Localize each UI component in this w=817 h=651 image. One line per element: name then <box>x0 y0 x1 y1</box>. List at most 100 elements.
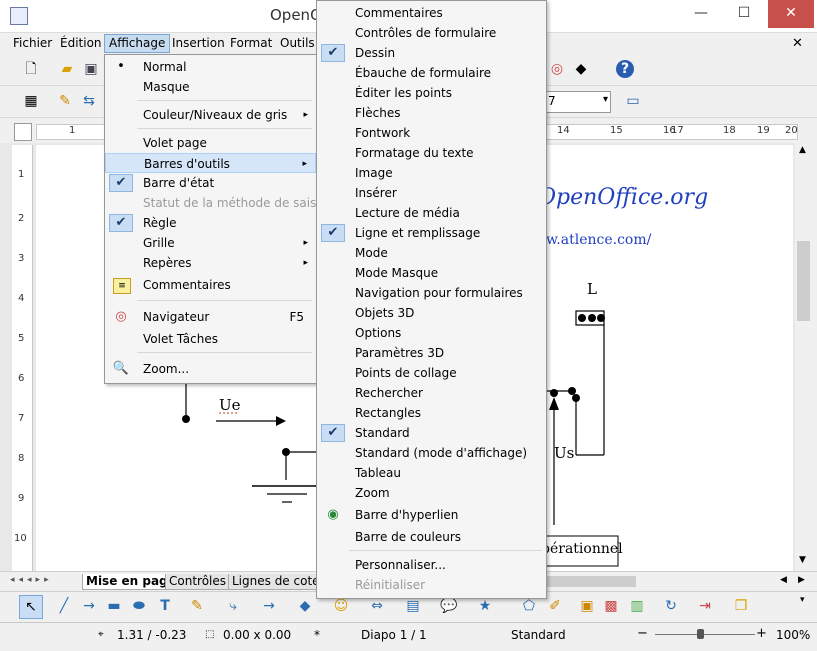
stars-icon[interactable]: ★ <box>476 597 494 615</box>
submenu-item-standard[interactable]: ✔ Standard <box>317 423 546 443</box>
menu-item-reperes[interactable]: Repères ▸ <box>105 253 316 273</box>
alignment-icon[interactable]: ⇥ <box>696 597 714 615</box>
scroll-left-icon[interactable]: ◀ <box>780 575 787 585</box>
submenu-item-tableau[interactable]: Tableau <box>317 463 546 483</box>
scrollbar-thumb[interactable] <box>797 241 810 321</box>
scroll-down-icon[interactable]: ▼ <box>799 555 806 565</box>
gallery-insert-icon[interactable]: ▩ <box>602 597 620 615</box>
menu-edition[interactable]: Édition <box>56 35 106 52</box>
menu-item-zoom[interactable]: 🔍 Zoom... <box>105 359 316 379</box>
rotate-icon[interactable]: ↻ <box>662 597 680 615</box>
submenu-item-fontwork[interactable]: Fontwork <box>317 123 546 143</box>
submenu-item-objets-3d[interactable]: Objets 3D <box>317 303 546 323</box>
menu-item-commentaires[interactable]: ≡ Commentaires <box>105 275 316 295</box>
submenu-item-mode[interactable]: Mode <box>317 243 546 263</box>
menu-item-barres-outils[interactable]: Barres d'outils ▸ <box>105 153 316 173</box>
curve-icon[interactable]: ✎ <box>188 597 206 615</box>
image-icon[interactable]: ▥ <box>628 597 646 615</box>
zoom-slider-handle[interactable] <box>697 629 704 639</box>
navigator-icon[interactable]: ◎ <box>548 60 566 78</box>
menu-item-navigateur[interactable]: ◎ Navigateur F5 <box>105 307 316 327</box>
submenu-item-mode-masque[interactable]: Mode Masque <box>317 263 546 283</box>
tab-nav-arrows-icon[interactable]: ◂◂◂▸▸ <box>10 575 53 585</box>
submenu-item-navigation-formulaires[interactable]: Navigation pour formulaires <box>317 283 546 303</box>
arrow-line-icon[interactable]: → <box>80 597 98 615</box>
chevron-down-icon[interactable]: ▾ <box>603 94 608 105</box>
submenu-item-editer-points[interactable]: Éditer les points <box>317 83 546 103</box>
connector-icon[interactable]: ⤷ <box>224 597 242 615</box>
menu-item-couleur[interactable]: Couleur/Niveaux de gris ▸ <box>105 105 316 125</box>
menu-format[interactable]: Format <box>226 35 276 52</box>
menu-affichage[interactable]: Affichage <box>104 34 171 53</box>
submenu-item-barre-hyperlien[interactable]: ◉ Barre d'hyperlien <box>317 505 546 525</box>
submenu-item-personnaliser[interactable]: Personnaliser... <box>317 555 546 575</box>
scroll-up-icon[interactable]: ▲ <box>799 145 806 155</box>
block-arrows-icon[interactable]: ⇔ <box>368 597 386 615</box>
points-icon[interactable]: ⬠ <box>520 597 538 615</box>
vertical-scrollbar[interactable]: ▲ ▼ <box>795 143 812 571</box>
menu-item-barre-etat[interactable]: ✔ Barre d'état <box>105 173 316 193</box>
gallery-icon[interactable]: ◆ <box>572 60 590 78</box>
menu-insertion[interactable]: Insertion <box>168 35 229 52</box>
from-file-icon[interactable]: ▣ <box>578 597 596 615</box>
new-document-icon[interactable]: 🗋 <box>22 60 40 78</box>
save-icon[interactable]: ▣ <box>82 60 100 78</box>
submenu-item-dessin[interactable]: ✔ Dessin <box>317 43 546 63</box>
submenu-item-barre-couleurs[interactable]: Barre de couleurs <box>317 527 546 547</box>
submenu-item-lecture-media[interactable]: Lecture de média <box>317 203 546 223</box>
submenu-item-rectangles[interactable]: Rectangles <box>317 403 546 423</box>
tab-stop-selector[interactable] <box>14 123 32 141</box>
scroll-right-icon[interactable]: ▶ <box>798 575 805 585</box>
submenu-item-zoom[interactable]: Zoom <box>317 483 546 503</box>
basic-shapes-icon[interactable]: ◆ <box>296 597 314 615</box>
close-window-button[interactable]: ✕ <box>768 0 814 28</box>
toolbar-more-icon[interactable]: ▾ <box>800 595 805 605</box>
submenu-item-commentaires[interactable]: Commentaires <box>317 3 546 23</box>
menu-item-normal[interactable]: • Normal <box>105 57 316 77</box>
help-icon[interactable]: ? <box>616 60 634 78</box>
callouts-icon[interactable]: 💬 <box>440 597 458 615</box>
symbol-shapes-icon[interactable]: ☺ <box>332 597 350 615</box>
style-icon[interactable]: ▦ <box>22 92 40 110</box>
submenu-item-inserer[interactable]: Insérer <box>317 183 546 203</box>
menu-fichier[interactable]: Fichier <box>9 35 56 52</box>
submenu-item-fleches[interactable]: Flèches <box>317 103 546 123</box>
menu-item-grille[interactable]: Grille ▸ <box>105 233 316 253</box>
glue-points-icon[interactable]: ✐ <box>546 597 564 615</box>
line-width-field[interactable]: 7 ▾ <box>545 91 611 113</box>
line-tool-icon[interactable]: ╱ <box>55 597 73 615</box>
menu-item-masque[interactable]: Masque <box>105 77 316 97</box>
submenu-item-rechercher[interactable]: Rechercher <box>317 383 546 403</box>
open-folder-icon[interactable]: ▰ <box>58 60 76 78</box>
shadow-icon[interactable]: ▭ <box>624 92 642 110</box>
tab-lignes-de-cote[interactable]: Lignes de cote <box>228 574 324 590</box>
ellipse-icon[interactable]: ⬬ <box>130 597 148 615</box>
zoom-in-button[interactable]: + <box>756 626 767 641</box>
zoom-slider-track[interactable] <box>655 634 755 635</box>
submenu-item-standard-affichage[interactable]: Standard (mode d'affichage) <box>317 443 546 463</box>
submenu-item-image[interactable]: Image <box>317 163 546 183</box>
close-document-button[interactable]: ✕ <box>792 36 803 51</box>
menu-item-volet-taches[interactable]: Volet Tâches <box>105 329 316 349</box>
zoom-out-button[interactable]: − <box>637 626 648 641</box>
submenu-item-formatage-texte[interactable]: Formatage du texte <box>317 143 546 163</box>
arrow-style-icon[interactable]: ⇆ <box>80 92 98 110</box>
vertical-ruler[interactable]: 1 2 3 4 5 6 7 8 9 10 <box>12 145 33 571</box>
menu-item-volet-page[interactable]: Volet page <box>105 133 316 153</box>
pen-icon[interactable]: ✎ <box>56 92 74 110</box>
horizontal-scrollbar-thumb[interactable] <box>546 576 636 587</box>
submenu-item-ebauche-formulaire[interactable]: Ébauche de formulaire <box>317 63 546 83</box>
arrange-icon[interactable]: ❐ <box>732 597 750 615</box>
menu-outils[interactable]: Outils <box>276 35 319 52</box>
menu-item-regle[interactable]: ✔ Règle <box>105 213 316 233</box>
maximize-button[interactable]: ☐ <box>724 0 764 28</box>
rectangle-icon[interactable]: ▬ <box>105 597 123 615</box>
submenu-item-points-collage[interactable]: Points de collage <box>317 363 546 383</box>
tab-controles[interactable]: Contrôles <box>165 574 231 590</box>
text-tool-icon[interactable]: T <box>156 597 174 615</box>
submenu-item-options[interactable]: Options <box>317 323 546 343</box>
submenu-item-controles-formulaire[interactable]: Contrôles de formulaire <box>317 23 546 43</box>
zoom-percent[interactable]: 100% <box>776 628 810 642</box>
submenu-item-parametres-3d[interactable]: Paramètres 3D <box>317 343 546 363</box>
minimize-button[interactable]: — <box>681 0 721 28</box>
